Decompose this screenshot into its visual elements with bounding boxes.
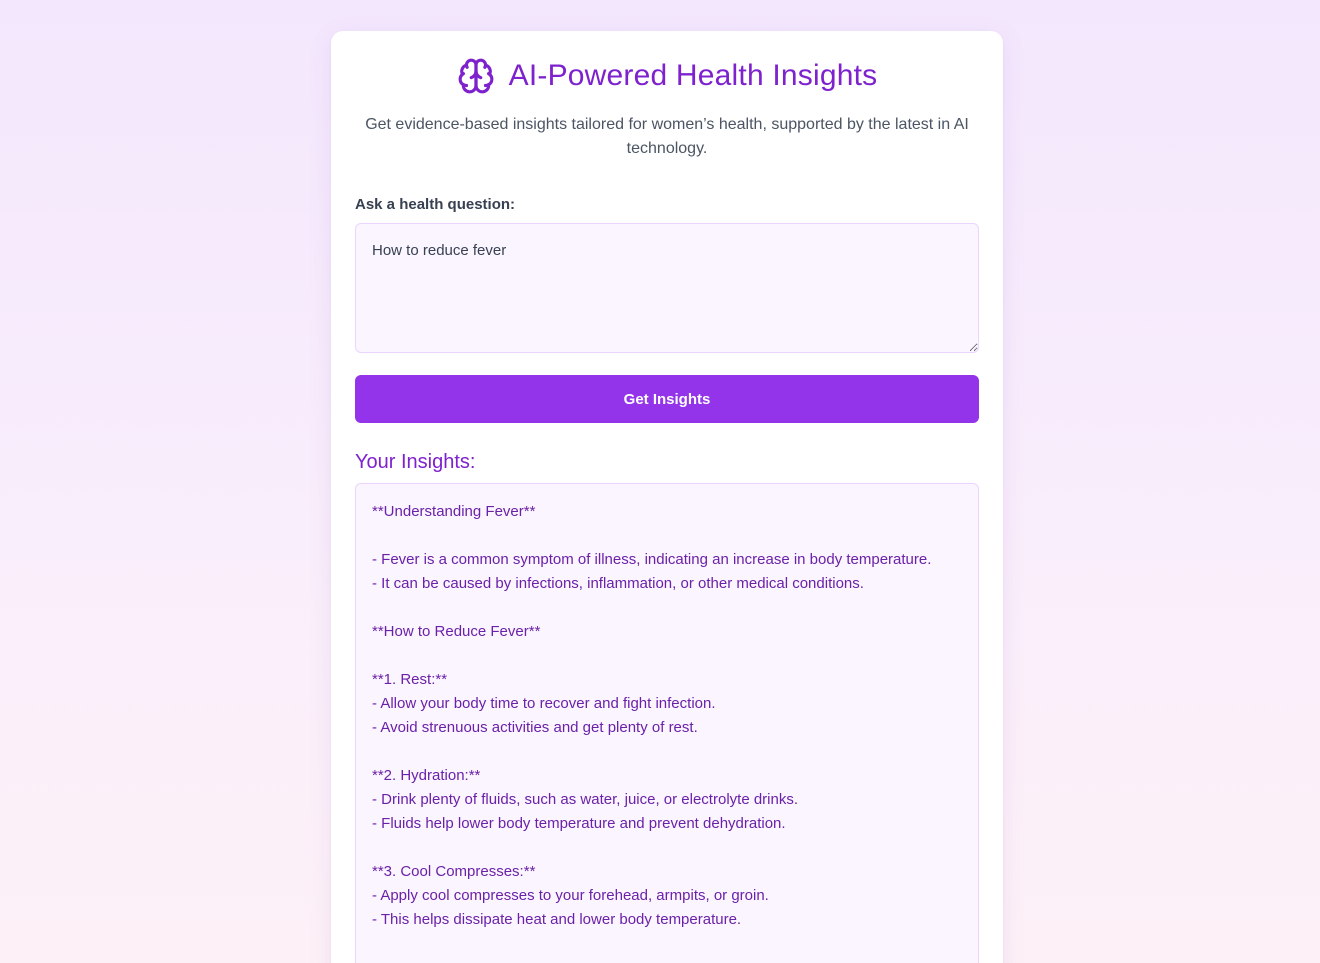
- get-insights-button[interactable]: Get Insights: [355, 375, 979, 423]
- insight-line: - Avoid strenuous activities and get ple…: [372, 719, 698, 736]
- insight-line: **2. Hydration:**: [372, 767, 481, 784]
- insight-line: [372, 740, 962, 764]
- insight-line: - Allow your body time to recover and fi…: [372, 695, 716, 712]
- insights-output: **Understanding Fever** - Fever is a comm…: [355, 483, 979, 963]
- insight-line: **1. Rest:**: [372, 671, 448, 688]
- question-input[interactable]: How to reduce fever: [355, 223, 979, 353]
- insights-card: AI-Powered Health Insights Get evidence-…: [331, 31, 1003, 963]
- insight-line: - Drink plenty of fluids, such as water,…: [372, 791, 799, 808]
- page-title: AI-Powered Health Insights: [508, 59, 878, 92]
- insight-line: - Fever is a common symptom of illness, …: [372, 551, 932, 568]
- insight-line: - This helps dissipate heat and lower bo…: [372, 911, 742, 928]
- brain-icon: [457, 57, 495, 95]
- page-header: AI-Powered Health Insights: [355, 55, 979, 97]
- insight-line: - It can be caused by infections, inflam…: [372, 575, 864, 592]
- insight-line: [372, 836, 962, 860]
- insight-line: [372, 596, 962, 620]
- insight-line: - Fluids help lower body temperature and…: [372, 815, 786, 832]
- insight-line: - Apply cool compresses to your forehead…: [372, 887, 769, 904]
- insight-line: **Understanding Fever**: [372, 503, 536, 520]
- insight-line: **3. Cool Compresses:**: [372, 863, 536, 880]
- insight-line: [372, 644, 962, 668]
- insights-heading: Your Insights:: [355, 451, 476, 473]
- question-label: Ask a health question:: [355, 196, 516, 213]
- page-subtitle: Get evidence-based insights tailored for…: [365, 116, 969, 157]
- insight-line: **How to Reduce Fever**: [372, 623, 541, 640]
- insight-line: [372, 524, 962, 548]
